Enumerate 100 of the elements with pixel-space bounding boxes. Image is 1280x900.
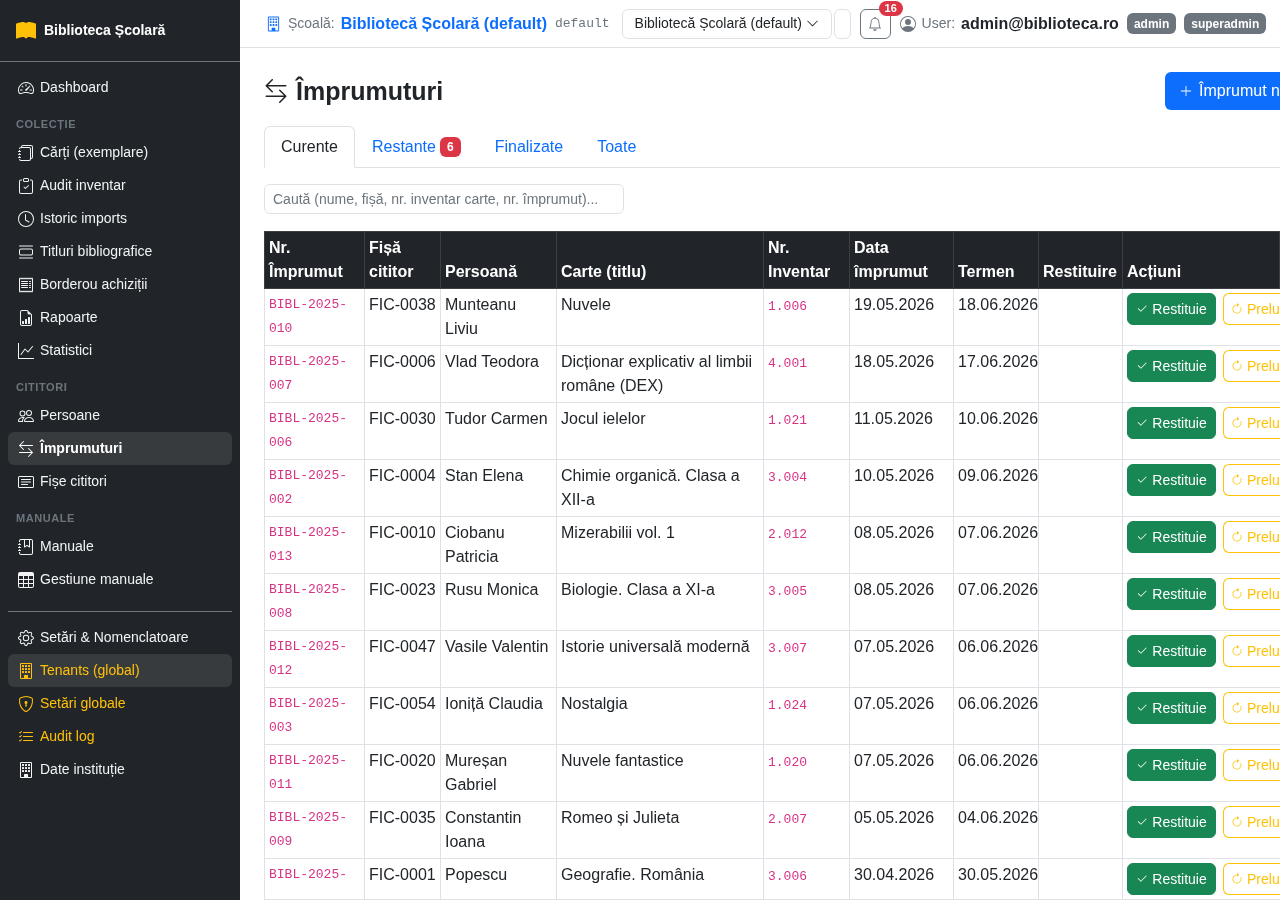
sidebar-item[interactable]: Audit log bbox=[8, 720, 232, 753]
tab[interactable]: Toate bbox=[580, 126, 654, 168]
sidebar-item[interactable]: Împrumuturi bbox=[8, 432, 232, 465]
circular-arrow-icon bbox=[1231, 360, 1243, 372]
sidebar-item[interactable]: Setări & Nomenclatoare bbox=[8, 621, 232, 654]
table-cell: 17.06.2026 bbox=[953, 345, 1039, 403]
return-button[interactable]: Restituie bbox=[1127, 692, 1216, 724]
table-cell: FIC-0010 bbox=[364, 516, 441, 574]
table-cell: Istorie universală modernă bbox=[556, 630, 764, 688]
sidebar-item[interactable]: Tenants (global) bbox=[8, 654, 232, 687]
table-cell: 10.06.2026 bbox=[953, 402, 1039, 460]
inventory-number: 2.007 bbox=[768, 812, 807, 827]
sidebar-item[interactable]: Cărți (exemplare) bbox=[8, 136, 232, 169]
loan-number: BIBL-2025-006 bbox=[269, 410, 348, 452]
bell-icon bbox=[868, 16, 883, 31]
table-cell: FIC-0023 bbox=[364, 573, 441, 631]
sidebar-item[interactable]: Fișe cititori bbox=[8, 465, 232, 498]
sidebar-item[interactable]: Dashboard bbox=[8, 71, 232, 104]
table-cell: Ciobanu Patricia bbox=[440, 516, 557, 574]
sidebar-item[interactable]: Manuale bbox=[8, 530, 232, 563]
loan-number: BIBL-2025-007 bbox=[269, 353, 348, 395]
speedometer-icon bbox=[18, 79, 34, 96]
table-cell: FIC-0054 bbox=[364, 687, 441, 745]
table-cell: FIC-0035 bbox=[364, 801, 441, 859]
return-button[interactable]: Restituie bbox=[1127, 863, 1216, 895]
building-icon bbox=[18, 761, 34, 778]
user-label: User: bbox=[921, 14, 956, 33]
table-cell: Geografie. România bbox=[556, 858, 764, 900]
sidebar-item[interactable]: Date instituție bbox=[8, 753, 232, 786]
new-loan-button[interactable]: Împrumut n bbox=[1165, 72, 1280, 110]
table-cell: Popescu bbox=[440, 858, 557, 900]
return-button[interactable]: Restituie bbox=[1127, 350, 1216, 382]
column-header: Nr. Inventar bbox=[763, 231, 850, 289]
search-field[interactable]: Caută (nume, fișă, nr. inventar carte, nr. împrumut)... bbox=[264, 184, 624, 214]
loan-number: BIBL-2025-013 bbox=[269, 524, 348, 566]
sidebar-item[interactable]: Borderou achiziții bbox=[8, 268, 232, 301]
school-select[interactable]: Bibliotecă Școlară (default) bbox=[621, 8, 832, 39]
inventory-number: 3.006 bbox=[768, 869, 807, 884]
tab[interactable]: Curente bbox=[264, 126, 355, 168]
table-cell: 19.05.2026 bbox=[849, 288, 954, 346]
sidebar-item[interactable]: Rapoarte bbox=[8, 301, 232, 334]
return-button[interactable]: Restituie bbox=[1127, 749, 1216, 781]
receipt-icon bbox=[18, 276, 34, 293]
table-cell: 11.05.2026 bbox=[849, 402, 954, 460]
table-cell: FIC-0020 bbox=[364, 744, 441, 802]
building-icon bbox=[266, 15, 281, 32]
school-code: default bbox=[554, 14, 610, 33]
table-icon bbox=[18, 571, 34, 588]
table-cell: Tudor Carmen bbox=[440, 402, 557, 460]
sidebar-item[interactable]: Audit inventar bbox=[8, 169, 232, 202]
sidebar-item[interactable]: Statistici bbox=[8, 334, 232, 367]
section-heading: COLECȚIE bbox=[15, 117, 77, 132]
clipboard-check-icon bbox=[18, 177, 34, 194]
return-button[interactable]: Restituie bbox=[1127, 635, 1216, 667]
tab[interactable]: Restante 6 bbox=[354, 126, 478, 168]
return-button[interactable]: Restituie bbox=[1127, 806, 1216, 838]
table-cell: Vlad Teodora bbox=[440, 345, 557, 403]
return-button[interactable]: Restituie bbox=[1127, 293, 1216, 325]
table-cell: 30.05.2026 bbox=[953, 858, 1039, 900]
column-header: Carte (titlu) bbox=[556, 231, 764, 289]
inventory-number: 1.024 bbox=[768, 698, 807, 713]
table-cell: Rusu Monica bbox=[440, 573, 557, 631]
sidebar-item[interactable]: Setări globale bbox=[8, 687, 232, 720]
table-cell: Dicționar explicativ al limbii române (DEX) bbox=[556, 345, 764, 403]
book-icon bbox=[16, 20, 36, 41]
return-button[interactable]: Restituie bbox=[1127, 578, 1216, 610]
table-cell: Stan Elena bbox=[440, 459, 557, 517]
table-cell: FIC-0006 bbox=[364, 345, 441, 403]
tab[interactable]: Finalizate bbox=[477, 126, 581, 168]
empty-field[interactable] bbox=[833, 8, 851, 39]
table-cell: Chimie organică. Clasa a XII-a bbox=[556, 459, 764, 517]
sidebar-item[interactable]: Istoric imports bbox=[8, 202, 232, 235]
table-cell: 30.04.2026 bbox=[849, 858, 954, 900]
sidebar-item[interactable]: Gestiune manuale bbox=[8, 563, 232, 596]
table-cell: Constantin Ioana bbox=[440, 801, 557, 859]
inventory-number: 4.001 bbox=[768, 356, 807, 371]
table-cell: FIC-0038 bbox=[364, 288, 441, 346]
return-button[interactable]: Restituie bbox=[1127, 521, 1216, 553]
sidebar-item[interactable]: Titluri bibliografice bbox=[8, 235, 232, 268]
left-right-arrows-icon bbox=[18, 440, 34, 457]
inventory-number: 3.005 bbox=[768, 584, 807, 599]
table-cell: 07.06.2026 bbox=[953, 516, 1039, 574]
loan-number: BIBL-2025-012 bbox=[269, 638, 348, 680]
circular-arrow-icon bbox=[1231, 702, 1243, 714]
school-label: Școală: bbox=[288, 14, 335, 33]
table-cell: Mureșan Gabriel bbox=[440, 744, 557, 802]
column-header: Nr. Împrumut bbox=[264, 231, 365, 289]
table-cell: Nuvele fantastice bbox=[556, 744, 764, 802]
section-heading: MANUALE bbox=[15, 511, 76, 526]
return-button[interactable]: Restituie bbox=[1127, 407, 1216, 439]
return-button[interactable]: Restituie bbox=[1127, 464, 1216, 496]
loan-number: BIBL-2025-003 bbox=[269, 695, 348, 737]
table-cell: 18.05.2026 bbox=[849, 345, 954, 403]
table-cell: 07.05.2026 bbox=[849, 744, 954, 802]
circular-arrow-icon bbox=[1231, 417, 1243, 429]
inventory-number: 3.007 bbox=[768, 641, 807, 656]
role-badge: superadmin bbox=[1184, 13, 1267, 34]
table-cell: FIC-0004 bbox=[364, 459, 441, 517]
circular-arrow-icon bbox=[1231, 759, 1243, 771]
sidebar-item[interactable]: Persoane bbox=[8, 399, 232, 432]
